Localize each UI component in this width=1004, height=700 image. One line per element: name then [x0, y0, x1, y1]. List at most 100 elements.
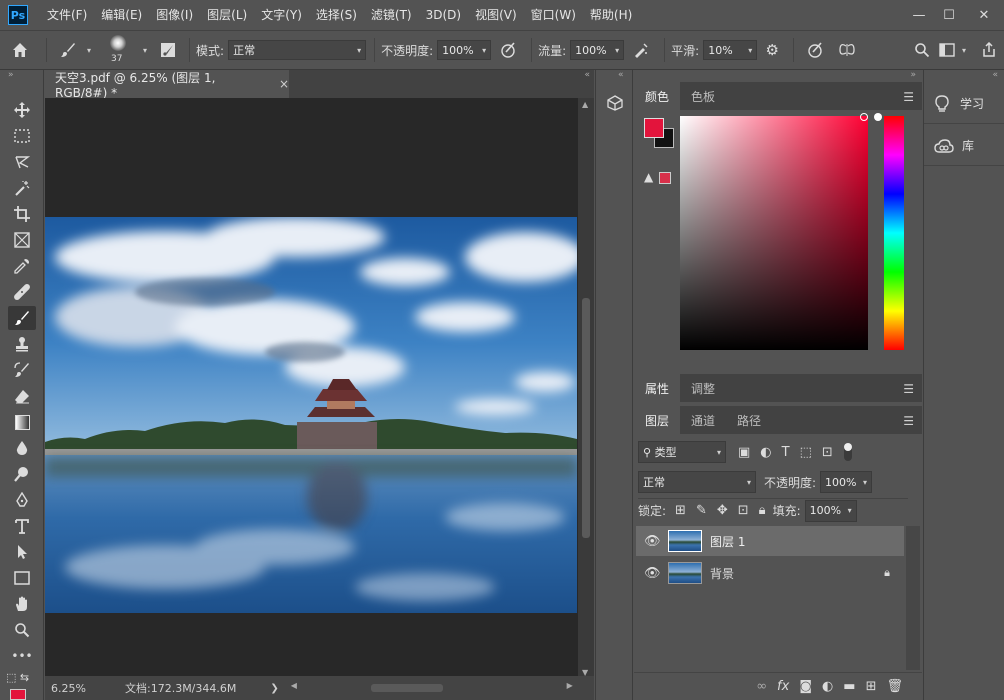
opacity-input[interactable]: 100% ▾ [437, 40, 492, 60]
panel-collapse-arrows[interactable]: « [618, 70, 624, 80]
chevron-down-icon[interactable]: ▾ [863, 478, 867, 487]
scroll-right-arrow[interactable]: ▶ [567, 681, 573, 690]
brush-preset-caret[interactable]: ▾ [87, 46, 91, 55]
tab-properties[interactable]: 属性 [634, 374, 681, 402]
lock-transparent-icon[interactable]: ⊞ [675, 503, 686, 518]
close-icon[interactable]: × [279, 77, 289, 91]
healing-icon[interactable] [8, 280, 36, 304]
smart-object-filter-icon[interactable]: ⊡ [822, 445, 833, 460]
layer-filter-select[interactable]: ⚲ 类型 ▾ [638, 441, 726, 463]
pressure-opacity-icon[interactable] [491, 42, 525, 58]
menu-window[interactable]: 窗口(W) [524, 0, 583, 30]
gear-icon[interactable]: ⚙ [757, 41, 787, 59]
panel-menu-icon[interactable]: ☰ [903, 414, 914, 428]
foreground-color-swatch[interactable] [10, 689, 26, 700]
menu-file[interactable]: 文件(F) [40, 0, 94, 30]
type-icon[interactable] [8, 514, 36, 538]
share-icon[interactable] [974, 42, 1004, 58]
frame-icon[interactable] [8, 228, 36, 252]
search-icon[interactable] [908, 42, 936, 58]
toolbar-collapse[interactable]: » [8, 70, 14, 80]
horizontal-scroll-thumb[interactable] [370, 684, 443, 692]
canvas-background[interactable] [45, 98, 578, 684]
path-select-icon[interactable] [8, 540, 36, 564]
flow-input[interactable]: 100% ▾ [570, 40, 625, 60]
brush-tool-icon[interactable] [8, 306, 36, 330]
color-field[interactable] [680, 116, 868, 350]
brush-size-caret[interactable]: ▾ [143, 46, 147, 55]
tab-swatches[interactable]: 色板 [680, 82, 726, 110]
magic-wand-icon[interactable] [8, 176, 36, 200]
tab-channels[interactable]: 通道 [680, 406, 726, 434]
library-button[interactable]: 库 [924, 126, 1004, 166]
document-tab[interactable]: 天空3.pdf @ 6.25% (图层 1, RGB/8#) * × [45, 70, 289, 100]
type-filter-icon[interactable]: T [782, 445, 790, 460]
chevron-down-icon[interactable]: ▾ [482, 46, 486, 55]
eye-icon[interactable]: 👁︎ [644, 566, 661, 581]
menu-image[interactable]: 图像(I) [149, 0, 200, 30]
new-layer-icon[interactable]: ⊞ [866, 679, 877, 694]
zoom-level[interactable]: 6.25% [45, 682, 105, 695]
hue-slider[interactable] [884, 116, 904, 350]
layer-row-selected[interactable]: 👁︎ 图层 1 [636, 526, 904, 556]
canvas-image[interactable] [45, 217, 577, 613]
eraser-icon[interactable] [8, 384, 36, 408]
vertical-scroll-thumb[interactable] [582, 298, 590, 538]
marquee-icon[interactable] [8, 124, 36, 148]
maximize-button[interactable]: ☐ [934, 0, 964, 30]
chevron-down-icon[interactable]: ▾ [848, 506, 852, 515]
foreground-color-swatch[interactable] [644, 118, 664, 138]
status-menu-arrow[interactable]: ❯ [270, 683, 278, 694]
menu-help[interactable]: 帮助(H) [583, 0, 639, 30]
layer-opacity-input[interactable]: 100% ▾ [820, 471, 873, 493]
eye-icon[interactable]: 👁︎ [644, 534, 661, 549]
pen-icon[interactable] [8, 488, 36, 512]
brush-icon[interactable] [53, 42, 83, 58]
learn-button[interactable]: 学习 [924, 84, 1004, 124]
eyedropper-icon[interactable] [8, 254, 36, 278]
lock-pixels-icon[interactable]: ✎ [696, 503, 707, 518]
layer-name[interactable]: 图层 1 [710, 533, 745, 550]
smoothing-input[interactable]: 10% ▾ [703, 40, 758, 60]
mode-select[interactable]: 正常 ▾ [228, 40, 367, 60]
symmetry-icon[interactable] [830, 42, 864, 58]
pressure-size-icon[interactable] [800, 42, 830, 58]
scroll-left-arrow[interactable]: ◀ [291, 681, 297, 690]
gradient-icon[interactable] [8, 410, 36, 434]
side-collapse-arrows[interactable]: « [992, 70, 998, 80]
minimize-button[interactable]: — [904, 0, 934, 30]
layer-row[interactable]: 👁︎ 背景 🔒︎ [636, 558, 904, 588]
close-button[interactable]: ✕ [964, 0, 1004, 30]
chevron-down-icon[interactable]: ▾ [615, 46, 619, 55]
menu-layer[interactable]: 图层(L) [200, 0, 254, 30]
pixel-filter-icon[interactable]: ▣ [738, 445, 750, 460]
fill-input[interactable]: 100% ▾ [804, 499, 857, 522]
layer-name[interactable]: 背景 [710, 565, 734, 582]
mask-icon[interactable]: ◙ [799, 679, 812, 694]
zoom-icon[interactable] [8, 618, 36, 642]
airbrush-icon[interactable] [624, 42, 658, 58]
shape-filter-icon[interactable]: ⬚ [800, 445, 812, 460]
brush-settings-icon[interactable] [153, 42, 183, 58]
dodge-icon[interactable] [8, 462, 36, 486]
stamp-icon[interactable] [8, 332, 36, 356]
swap-colors-icon[interactable]: ⬚ ⇆ [6, 671, 40, 687]
menu-type[interactable]: 文字(Y) [254, 0, 309, 30]
rectangle-icon[interactable] [8, 566, 36, 590]
lasso-icon[interactable] [8, 150, 36, 174]
panel-collapse-arrows[interactable]: « [584, 70, 590, 80]
blur-icon[interactable] [8, 436, 36, 460]
workspace-caret[interactable]: ▾ [962, 46, 966, 55]
move-icon[interactable] [8, 98, 36, 122]
blend-mode-select[interactable]: 正常 ▾ [638, 471, 756, 493]
tab-color[interactable]: 颜色 [634, 82, 681, 110]
horizontal-scrollbar[interactable]: ◀ ▶ [287, 681, 577, 695]
folder-icon[interactable]: ▬ [843, 679, 855, 694]
tab-paths[interactable]: 路径 [726, 406, 772, 434]
layers-scrollbar[interactable] [906, 526, 920, 670]
tab-layers[interactable]: 图层 [634, 406, 681, 434]
menu-view[interactable]: 视图(V) [468, 0, 524, 30]
brush-size-preview[interactable]: 37 [99, 32, 139, 68]
more-icon[interactable]: ••• [8, 644, 36, 668]
menu-filter[interactable]: 滤镜(T) [364, 0, 419, 30]
